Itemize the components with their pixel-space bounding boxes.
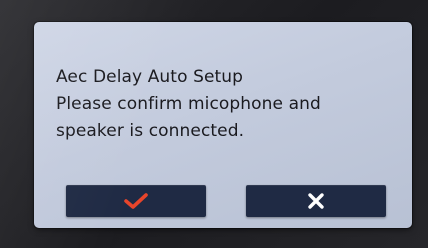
check-icon xyxy=(123,192,149,210)
dialog-message: Aec Delay Auto Setup Please confirm mico… xyxy=(56,64,396,145)
dialog-message-line-1: Please confirm micophone and xyxy=(56,94,321,114)
cancel-button[interactable] xyxy=(246,185,386,217)
confirm-button[interactable] xyxy=(66,185,206,217)
close-icon xyxy=(307,192,325,210)
aec-delay-setup-dialog: Aec Delay Auto Setup Please confirm mico… xyxy=(34,22,412,228)
dialog-title-line: Aec Delay Auto Setup xyxy=(56,67,244,87)
dialog-message-line-2: speaker is connected. xyxy=(56,121,245,141)
